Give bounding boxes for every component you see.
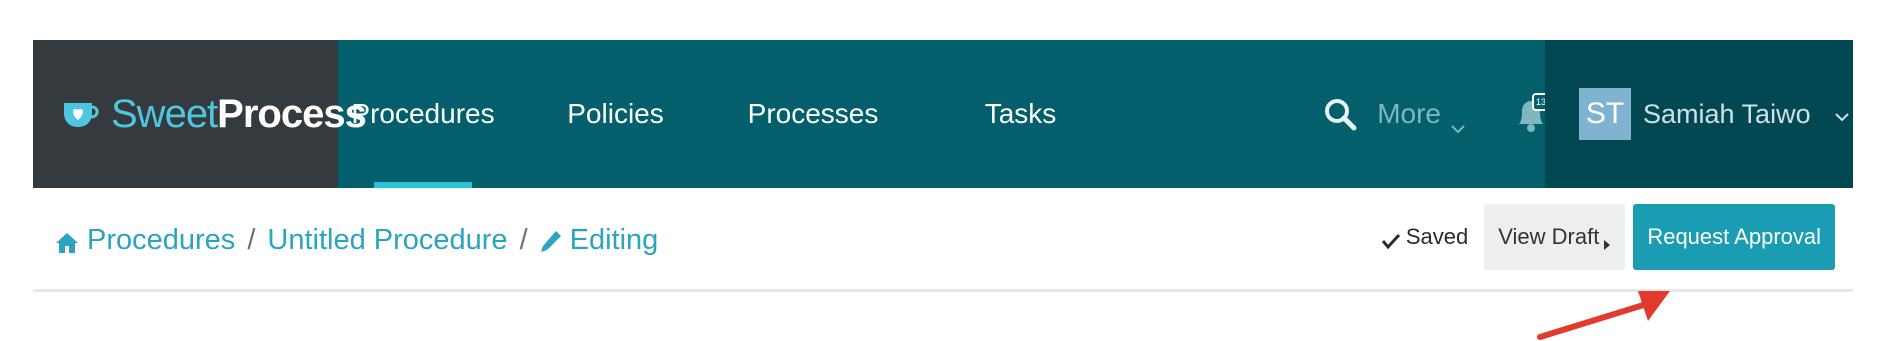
- nav-tasks[interactable]: Tasks: [903, 40, 1138, 188]
- nav-policies[interactable]: Policies: [508, 40, 723, 188]
- main-nav: Procedures Policies Processes Tasks: [338, 40, 1138, 188]
- top-nav: SweetProcess Procedures Policies Process…: [33, 40, 1853, 188]
- app-shell: SweetProcess Procedures Policies Process…: [33, 40, 1853, 300]
- breadcrumb-separator: /: [519, 223, 528, 256]
- chevron-down-icon: [1834, 109, 1849, 122]
- nav-tools: More 13: [1323, 40, 1553, 188]
- more-menu[interactable]: More: [1377, 98, 1465, 134]
- user-menu[interactable]: ST Samiah Taiwo: [1545, 40, 1853, 188]
- check-icon: [1381, 229, 1400, 250]
- annotation-arrow-icon: [1530, 275, 1700, 341]
- home-icon[interactable]: [55, 229, 79, 253]
- coffee-cup-heart-icon: [61, 99, 103, 129]
- breadcrumb-procedures[interactable]: Procedures: [87, 224, 235, 257]
- pencil-icon: [540, 228, 562, 252]
- nav-procedures[interactable]: Procedures: [338, 40, 508, 188]
- chevron-down-icon: [1451, 109, 1465, 134]
- breadcrumb: Procedures / Untitled Procedure / Editin…: [55, 188, 658, 292]
- editor-actions: Saved View Draft Request Approval: [1381, 204, 1835, 270]
- saved-status: Saved: [1381, 224, 1468, 250]
- view-draft-button[interactable]: View Draft: [1484, 204, 1626, 270]
- caret-right-icon: [1603, 231, 1611, 250]
- brand-logo[interactable]: SweetProcess: [33, 40, 367, 188]
- user-name: Samiah Taiwo: [1643, 98, 1811, 129]
- request-approval-button[interactable]: Request Approval: [1633, 204, 1835, 270]
- nav-processes[interactable]: Processes: [723, 40, 903, 188]
- breadcrumb-editing: Editing: [569, 223, 659, 256]
- search-icon[interactable]: [1323, 97, 1357, 131]
- avatar: ST: [1579, 88, 1631, 140]
- breadcrumb-untitled-procedure[interactable]: Untitled Procedure: [267, 224, 507, 257]
- brand-name: SweetProcess: [111, 91, 367, 136]
- breadcrumb-separator: /: [247, 223, 256, 256]
